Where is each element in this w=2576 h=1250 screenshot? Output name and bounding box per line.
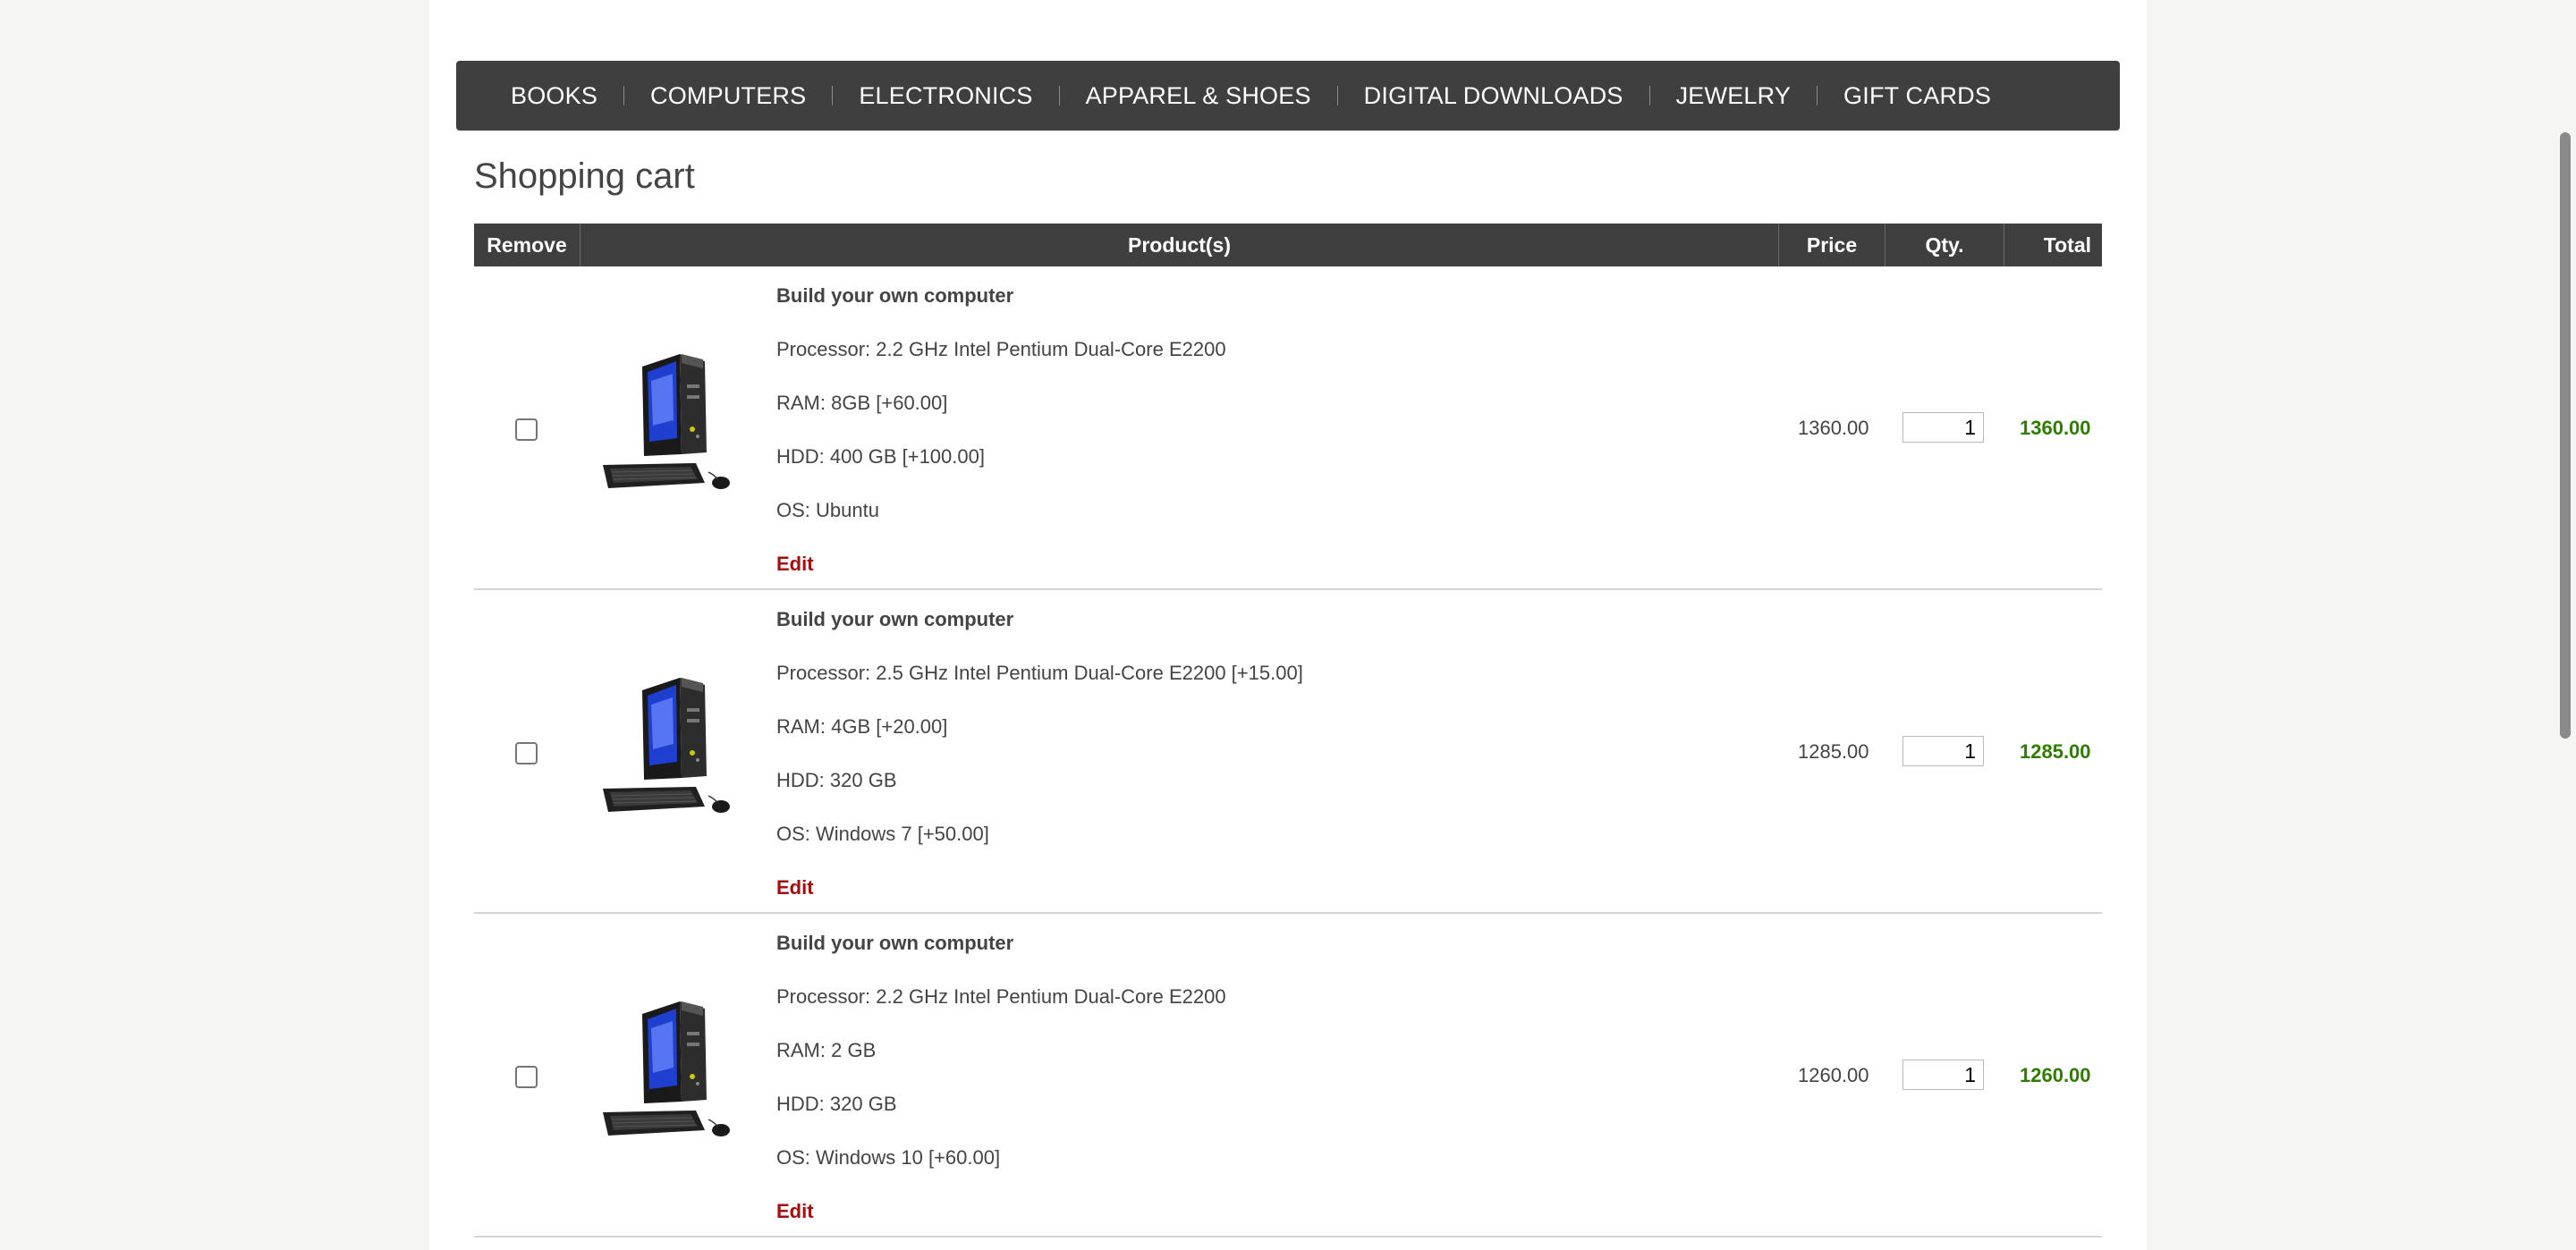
- attribute-os: OS: Ubuntu: [776, 499, 879, 521]
- attribute-hdd: HDD: 320 GB: [776, 1093, 897, 1115]
- quantity-input[interactable]: [1902, 736, 1984, 766]
- header-total: Total: [2043, 232, 2091, 257]
- remove-checkbox[interactable]: [515, 742, 538, 764]
- header-price: Price: [1779, 224, 1885, 266]
- attribute-processor: Processor: 2.2 GHz Intel Pentium Dual-Co…: [776, 338, 1226, 360]
- attribute-os: OS: Windows 7 [+50.00]: [776, 823, 989, 845]
- quantity-input[interactable]: [1902, 1060, 1984, 1090]
- scrollbar[interactable]: [2555, 0, 2576, 1250]
- menu-item-computers[interactable]: COMPUTERS: [624, 82, 832, 110]
- cart-row: Build your own computer Processor: 2.2 G…: [474, 266, 2102, 590]
- cart-row: Build your own computer Processor: 2.2 G…: [474, 914, 2102, 1237]
- remove-checkbox[interactable]: [515, 418, 538, 441]
- product-name-link[interactable]: Build your own computer: [776, 284, 1013, 308]
- row-total: 1285.00: [2020, 740, 2091, 763]
- header-qty: Qty.: [1885, 224, 2004, 266]
- attribute-ram: RAM: 4GB [+20.00]: [776, 715, 948, 738]
- attribute-hdd: HDD: 400 GB [+100.00]: [776, 445, 985, 468]
- header-remove: Remove: [474, 224, 580, 266]
- menu-item-jewelry[interactable]: JEWELRY: [1650, 82, 1817, 110]
- top-menu: BOOKS COMPUTERS ELECTRONICS APPAREL & SH…: [456, 61, 2120, 131]
- scrollbar-thumb[interactable]: [2560, 132, 2571, 739]
- edit-link[interactable]: Edit: [776, 1200, 814, 1223]
- unit-price: 1285.00: [1798, 740, 1869, 763]
- page-container: BOOKS COMPUTERS ELECTRONICS APPAREL & SH…: [429, 0, 2147, 1250]
- product-name-link[interactable]: Build your own computer: [776, 932, 1013, 955]
- remove-checkbox[interactable]: [515, 1066, 538, 1088]
- attribute-processor: Processor: 2.2 GHz Intel Pentium Dual-Co…: [776, 985, 1226, 1008]
- row-total: 1260.00: [2020, 1064, 2091, 1086]
- attribute-processor: Processor: 2.5 GHz Intel Pentium Dual-Co…: [776, 662, 1303, 684]
- cart-table-header: Remove Product(s) Price Qty. Total: [474, 224, 2102, 266]
- menu-item-books[interactable]: BOOKS: [485, 82, 623, 110]
- edit-link[interactable]: Edit: [776, 553, 814, 576]
- menu-item-electronics[interactable]: ELECTRONICS: [833, 82, 1058, 110]
- computer-thumbnail-image[interactable]: [599, 349, 733, 501]
- attribute-ram: RAM: 2 GB: [776, 1039, 877, 1061]
- attribute-hdd: HDD: 320 GB: [776, 769, 897, 791]
- menu-item-digital-downloads[interactable]: DIGITAL DOWNLOADS: [1338, 82, 1649, 110]
- computer-thumbnail-image[interactable]: [599, 996, 733, 1148]
- attribute-os: OS: Windows 10 [+60.00]: [776, 1146, 1001, 1169]
- quantity-input[interactable]: [1902, 412, 1984, 443]
- cart-table: Remove Product(s) Price Qty. Total Build…: [474, 224, 2102, 1237]
- unit-price: 1260.00: [1798, 1064, 1869, 1086]
- unit-price: 1360.00: [1798, 417, 1869, 439]
- edit-link[interactable]: Edit: [776, 876, 814, 899]
- page-title: Shopping cart: [474, 156, 695, 196]
- attribute-ram: RAM: 8GB [+60.00]: [776, 392, 948, 414]
- product-name-link[interactable]: Build your own computer: [776, 608, 1013, 631]
- menu-item-apparel-shoes[interactable]: APPAREL & SHOES: [1060, 82, 1337, 110]
- menu-item-gift-cards[interactable]: GIFT CARDS: [1818, 82, 2017, 110]
- computer-thumbnail-image[interactable]: [599, 672, 733, 824]
- header-products: Product(s): [580, 224, 1779, 266]
- row-total: 1360.00: [2020, 417, 2091, 439]
- cart-row: Build your own computer Processor: 2.5 G…: [474, 590, 2102, 914]
